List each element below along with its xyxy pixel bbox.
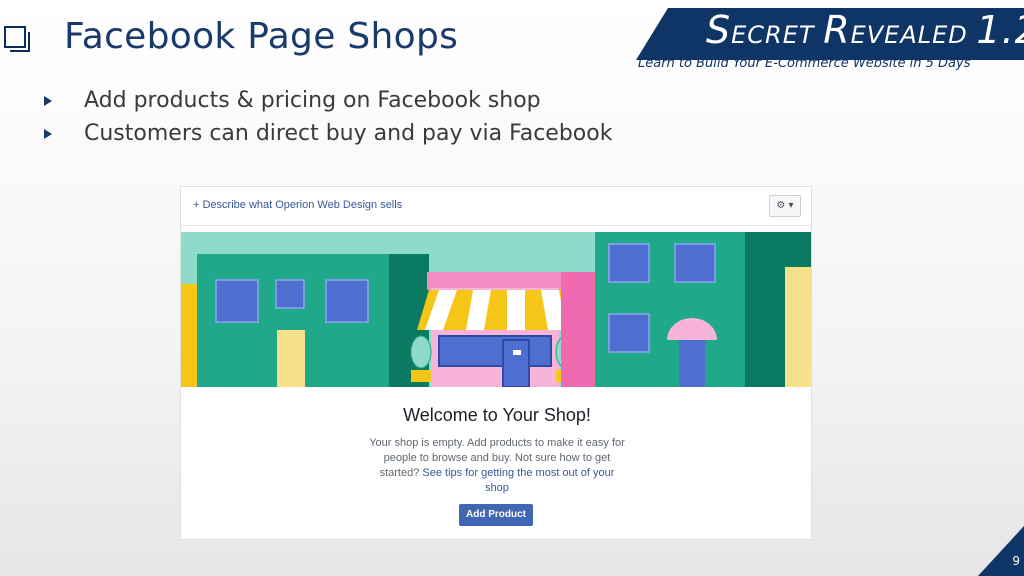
add-product-button[interactable]: Add Product xyxy=(459,504,533,526)
tips-link[interactable]: See tips for getting the most out of you… xyxy=(422,467,614,494)
window xyxy=(325,279,369,323)
gear-icon[interactable]: ⚙ ▾ xyxy=(769,195,801,217)
yellow-wall xyxy=(181,284,199,387)
bullet-list: Add products & pricing on Facebook shop … xyxy=(40,84,612,150)
bullet-text: Customers can direct buy and pay via Fac… xyxy=(84,121,613,146)
pink-wall xyxy=(561,272,595,387)
facebook-shop-panel: + Describe what Operion Web Design sells… xyxy=(180,186,812,540)
banner-title: SECRET REVEALED 1.2 xyxy=(706,8,1024,52)
checkbox-icon xyxy=(4,26,30,52)
banner-subtitle: Learn to Build Your E-Commerce Website i… xyxy=(638,56,971,71)
bullet-text: Add products & pricing on Facebook shop xyxy=(84,88,541,113)
plant xyxy=(410,335,432,369)
banner-title-cap-1: S xyxy=(706,8,732,52)
shop-illustration xyxy=(181,232,811,387)
door xyxy=(277,330,305,387)
door xyxy=(679,340,705,387)
shop-window xyxy=(438,335,552,367)
welcome-title: Welcome to Your Shop! xyxy=(403,405,591,425)
banner-version: 1.2 xyxy=(976,8,1024,52)
shop-description: Your shop is empty. Add products to make… xyxy=(367,436,627,496)
banner-title-rest-2: EVEALED xyxy=(850,21,977,49)
bullet-item: Add products & pricing on Facebook shop xyxy=(40,84,612,117)
shop-door xyxy=(502,339,530,387)
shop-roof xyxy=(427,272,561,290)
banner-title-cap-2: R xyxy=(823,8,851,52)
banner-title-rest-1: ECRET xyxy=(731,21,824,49)
window xyxy=(215,279,259,323)
window xyxy=(608,313,650,353)
slide-title: Facebook Page Shops xyxy=(64,16,459,57)
shop-header-bar: + Describe what Operion Web Design sells… xyxy=(181,187,811,226)
triangle-bullet-icon xyxy=(44,128,52,139)
yellow-wall xyxy=(785,267,811,387)
page-number: 9 xyxy=(1012,554,1020,568)
triangle-bullet-icon xyxy=(44,95,52,106)
window xyxy=(674,243,716,283)
page-corner xyxy=(978,526,1024,576)
bullet-item: Customers can direct buy and pay via Fac… xyxy=(40,117,612,150)
window xyxy=(275,279,305,309)
window xyxy=(608,243,650,283)
describe-sells-link[interactable]: + Describe what Operion Web Design sells xyxy=(193,199,402,211)
